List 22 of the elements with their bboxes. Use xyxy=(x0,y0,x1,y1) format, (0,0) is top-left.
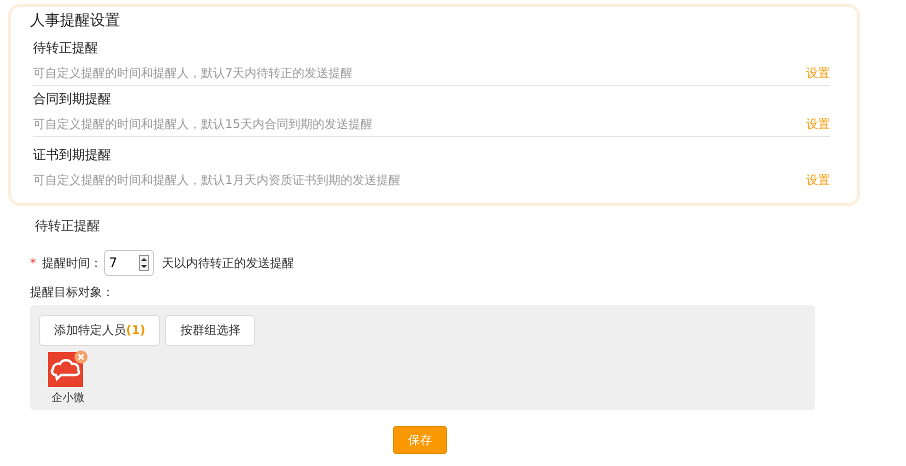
reminder-title: 证书到期提醒 xyxy=(33,147,111,165)
reminder-description: 可自定义提醒的时间和提醒人，默认15天内合同到期的发送提醒 xyxy=(33,116,372,132)
targets-label: 提醒目标对象： xyxy=(30,284,114,301)
required-mark: * xyxy=(30,256,36,270)
reminder-description: 可自定义提醒的时间和提醒人，默认1月天内资质证书到期的发送提醒 xyxy=(33,172,401,188)
person-name: 企小微 xyxy=(52,390,84,405)
save-button[interactable]: 保存 xyxy=(393,426,447,454)
reminder-title: 合同到期提醒 xyxy=(33,91,111,109)
detail-title: 待转正提醒 xyxy=(35,219,100,234)
spinner-icon[interactable] xyxy=(139,255,149,271)
field-label: 提醒时间： xyxy=(42,254,102,272)
section-title: 人事提醒设置 xyxy=(30,10,121,30)
reminder-title: 待转正提醒 xyxy=(33,40,98,58)
select-button[interactable]: 添加特定人员(1) xyxy=(39,315,160,346)
settings-link[interactable]: 设置 xyxy=(806,116,830,132)
number-field[interactable]: 7 xyxy=(104,250,154,276)
field-suffix: 天以内待转正的发送提醒 xyxy=(162,254,294,272)
settings-link[interactable]: 设置 xyxy=(806,172,830,188)
select-button[interactable]: 按群组选择 xyxy=(165,315,256,346)
avatar-icon xyxy=(48,350,88,387)
settings-link[interactable]: 设置 xyxy=(806,65,830,81)
reminder-description: 可自定义提醒的时间和提醒人，默认7天内待转正的发送提醒 xyxy=(33,65,353,81)
